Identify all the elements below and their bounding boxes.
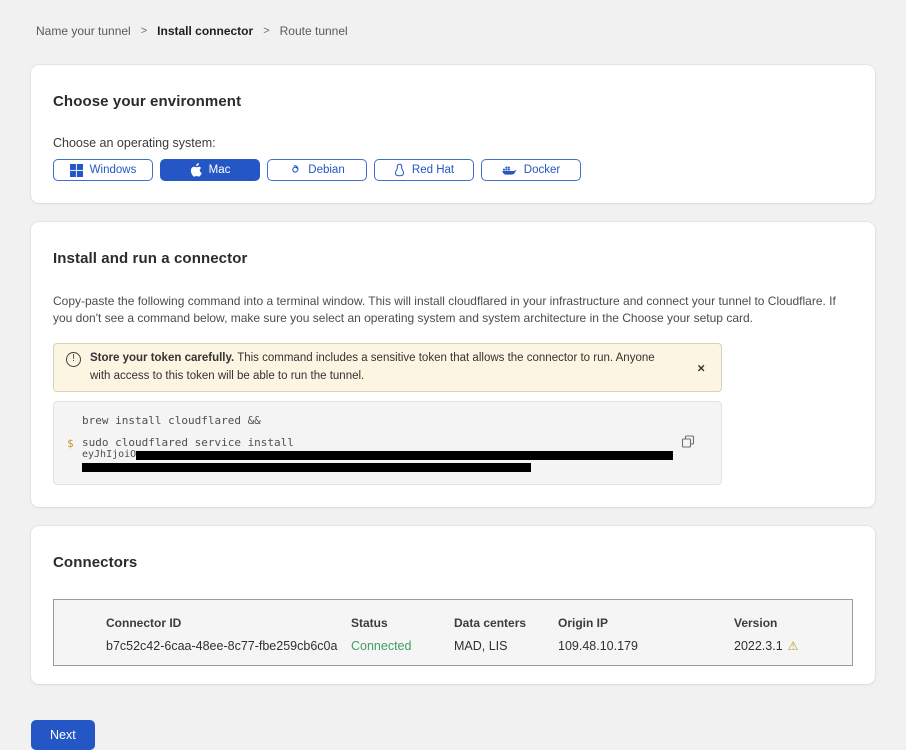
token-warning-banner: ! Store your token carefully. This comma… <box>53 343 722 393</box>
install-card-title: Install and run a connector <box>53 250 853 267</box>
docker-whale-icon <box>502 165 517 176</box>
os-button-debian[interactable]: Debian <box>267 159 367 181</box>
redacted-token-bar <box>82 463 531 472</box>
header-connector-id: Connector ID <box>106 616 351 630</box>
shell-prompt: $ <box>67 437 74 450</box>
connectors-card: Connectors Connector ID Status Data cent… <box>31 526 875 684</box>
chevron-separator-icon: > <box>141 25 147 37</box>
cell-connector-id: b7c52c42-6caa-48ee-8c77-fbe259cb6c0a <box>106 639 351 653</box>
cell-version: 2022.3.1 ⚠ <box>734 639 852 653</box>
header-version: Version <box>734 616 852 630</box>
info-circle-icon: ! <box>66 352 81 367</box>
os-button-redhat[interactable]: Red Hat <box>374 159 474 181</box>
os-button-mac[interactable]: Mac <box>160 159 260 181</box>
page-container: Name your tunnel > Install connector > R… <box>0 0 906 750</box>
install-instructions-text: Copy-paste the following command into a … <box>53 293 847 328</box>
warning-triangle-icon: ⚠ <box>788 639 799 653</box>
os-button-windows[interactable]: Windows <box>53 159 153 181</box>
os-button-label: Debian <box>308 164 344 176</box>
header-data-centers: Data centers <box>454 616 558 630</box>
os-button-label: Red Hat <box>412 164 454 176</box>
status-badge: Connected <box>351 639 454 653</box>
apple-logo-icon <box>190 163 202 177</box>
token-prefix: eyJhIjoiO <box>82 449 136 461</box>
windows-logo-icon <box>70 164 83 177</box>
command-line-1: brew install cloudflared && <box>82 414 673 427</box>
breadcrumb-step-route-tunnel[interactable]: Route tunnel <box>280 24 348 38</box>
os-select-label: Choose an operating system: <box>53 136 853 150</box>
connectors-table: Connector ID Status Data centers Origin … <box>53 599 853 666</box>
breadcrumb: Name your tunnel > Install connector > R… <box>36 24 875 38</box>
os-button-label: Windows <box>90 164 137 176</box>
cell-data-centers: MAD, LIS <box>454 639 558 653</box>
table-row: b7c52c42-6caa-48ee-8c77-fbe259cb6c0a Con… <box>106 639 852 653</box>
token-warning-text: Store your token carefully. This command… <box>90 350 677 386</box>
command-line-2: sudo cloudflared service install <box>82 436 673 449</box>
os-button-group: Windows Mac Debian Red Hat <box>53 159 853 181</box>
os-button-label: Docker <box>524 164 560 176</box>
breadcrumb-step-install-connector[interactable]: Install connector <box>157 24 253 38</box>
install-connector-card: Install and run a connector Copy-paste t… <box>31 222 875 507</box>
next-button[interactable]: Next <box>31 720 95 750</box>
breadcrumb-step-name-tunnel[interactable]: Name your tunnel <box>36 24 131 38</box>
debian-logo-icon <box>289 164 301 176</box>
environment-card: Choose your environment Choose an operat… <box>31 65 875 203</box>
copy-icon[interactable] <box>679 433 697 454</box>
install-command-code-block: $ brew install cloudflared && sudo cloud… <box>53 401 722 485</box>
token-warning-title: Store your token carefully. <box>90 352 234 364</box>
header-status: Status <box>351 616 454 630</box>
connectors-card-title: Connectors <box>53 554 853 571</box>
header-origin-ip: Origin IP <box>558 616 734 630</box>
footer: Next <box>31 720 875 750</box>
table-header-row: Connector ID Status Data centers Origin … <box>106 616 852 630</box>
os-button-label: Mac <box>209 164 231 176</box>
environment-card-title: Choose your environment <box>53 93 853 110</box>
os-button-docker[interactable]: Docker <box>481 159 581 181</box>
version-value: 2022.3.1 <box>734 639 783 653</box>
token-line: eyJhIjoiO <box>82 449 673 461</box>
cell-origin-ip: 109.48.10.179 <box>558 639 734 653</box>
chevron-separator-icon: > <box>263 25 269 37</box>
redhat-linux-icon <box>394 163 405 177</box>
close-icon[interactable]: × <box>697 361 705 374</box>
redacted-token-bar <box>136 451 673 460</box>
